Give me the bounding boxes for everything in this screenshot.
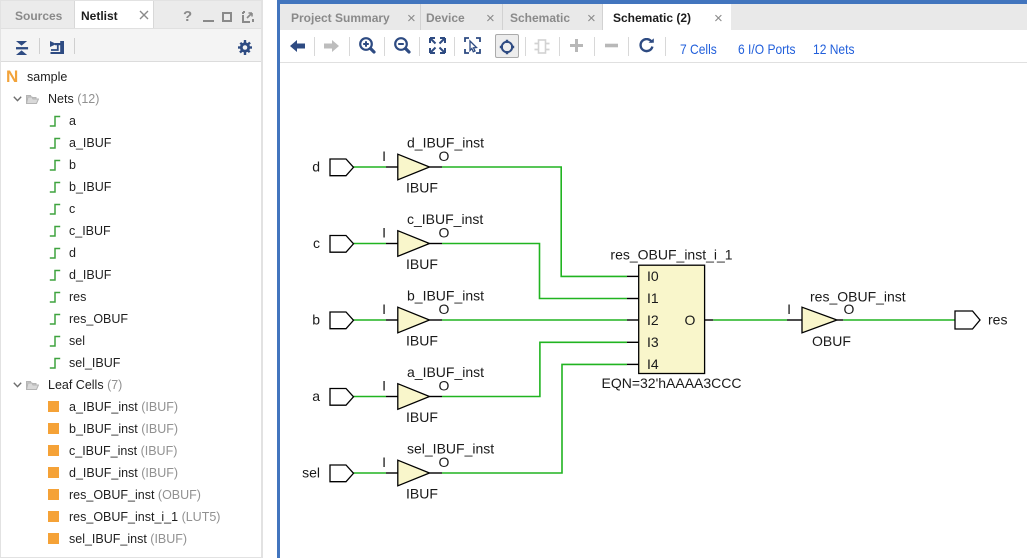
svg-text:b: b xyxy=(312,312,320,328)
svg-text:d: d xyxy=(312,159,320,175)
svg-text:IBUF: IBUF xyxy=(406,333,438,349)
svg-text:I3: I3 xyxy=(647,334,659,350)
svg-text:res_OBUF_inst: res_OBUF_inst xyxy=(810,289,906,305)
svg-text:I: I xyxy=(382,454,386,470)
svg-text:I4: I4 xyxy=(647,356,659,372)
svg-text:OBUF: OBUF xyxy=(812,333,851,349)
svg-text:IBUF: IBUF xyxy=(406,180,438,196)
svg-text:IBUF: IBUF xyxy=(406,409,438,425)
svg-text:sel: sel xyxy=(302,465,320,481)
svg-text:IBUF: IBUF xyxy=(406,486,438,502)
svg-text:I: I xyxy=(382,378,386,394)
svg-text:I1: I1 xyxy=(647,290,659,306)
svg-text:EQN=32'hAAAA3CCC: EQN=32'hAAAA3CCC xyxy=(601,375,741,391)
svg-text:IBUF: IBUF xyxy=(406,256,438,272)
svg-text:c: c xyxy=(313,235,320,251)
svg-text:I: I xyxy=(382,148,386,164)
svg-text:I: I xyxy=(787,301,791,317)
svg-text:O: O xyxy=(685,312,696,328)
svg-text:O: O xyxy=(844,301,855,317)
svg-text:O: O xyxy=(439,454,450,470)
svg-text:O: O xyxy=(439,225,450,241)
svg-text:res: res xyxy=(988,312,1007,328)
svg-text:I2: I2 xyxy=(647,312,659,328)
svg-text:I: I xyxy=(382,301,386,317)
svg-text:I: I xyxy=(382,225,386,241)
svg-text:O: O xyxy=(439,301,450,317)
svg-text:a: a xyxy=(312,388,320,404)
svg-text:res_OBUF_inst_i_1: res_OBUF_inst_i_1 xyxy=(610,247,732,263)
svg-text:I0: I0 xyxy=(647,268,659,284)
svg-text:O: O xyxy=(439,378,450,394)
svg-text:O: O xyxy=(439,148,450,164)
svg-text:sel_IBUF_inst: sel_IBUF_inst xyxy=(407,441,494,457)
